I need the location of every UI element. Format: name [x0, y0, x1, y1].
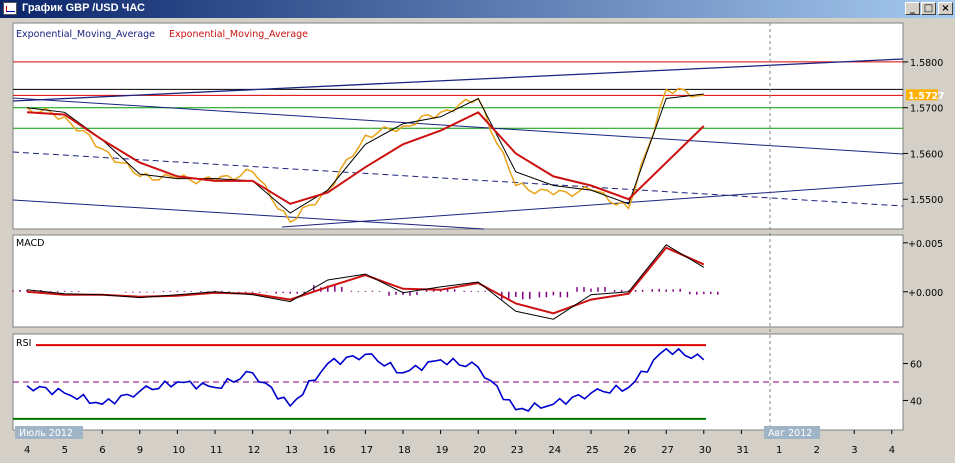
chart-area[interactable]: Exponential_Moving_Average Exponential_M… [0, 18, 955, 463]
chart-window-icon [3, 2, 17, 15]
current-price-label: 1.5727 [908, 91, 945, 102]
macd-tick-label: +0.005 [908, 239, 943, 250]
macd-tick-label: +0.000 [908, 288, 943, 299]
price-axis: 1.5500 1.5600 1.5700 1.5800 [903, 58, 943, 206]
day-label: 25 [586, 445, 599, 456]
day-label: 18 [398, 445, 411, 456]
day-label: 31 [736, 445, 749, 456]
day-label: 10 [172, 445, 185, 456]
day-label: 11 [210, 445, 223, 456]
day-label: 17 [360, 445, 373, 456]
day-label: 12 [248, 445, 261, 456]
close-button[interactable]: × [938, 2, 953, 15]
day-label: 6 [99, 445, 105, 456]
day-label: 13 [285, 445, 298, 456]
indicator-label-ema-fast: Exponential_Moving_Average [16, 29, 155, 40]
day-label: 16 [323, 445, 336, 456]
rsi-tick-label: 60 [910, 360, 922, 371]
day-label: 2 [814, 445, 820, 456]
price-tick-label: 1.5700 [910, 104, 943, 115]
macd-label: MACD [16, 238, 44, 249]
day-label: 23 [511, 445, 524, 456]
price-tick-label: 1.5600 [910, 149, 943, 160]
price-tick-label: 1.5500 [910, 195, 943, 206]
indicator-label-ema-slow: Exponential_Moving_Average [169, 29, 308, 40]
day-label: 24 [548, 445, 561, 456]
day-label: 1 [776, 445, 782, 456]
window-title: График GBP /USD ЧАС [22, 2, 145, 14]
rsi-axis: 40 60 [903, 360, 922, 407]
day-label: 9 [137, 445, 143, 456]
month-label-august: Авг 2012 [768, 428, 812, 439]
price-tick-label: 1.5800 [910, 58, 943, 69]
day-label: 5 [62, 445, 68, 456]
day-label: 19 [436, 445, 449, 456]
macd-axis: +0.000 +0.005 [903, 239, 943, 299]
day-label: 20 [473, 445, 486, 456]
day-label: 27 [661, 445, 674, 456]
title-bar: График GBP /USD ЧАС _ □ × [0, 0, 955, 18]
day-label: 4 [24, 445, 30, 456]
day-label: 26 [624, 445, 637, 456]
day-label: 30 [699, 445, 712, 456]
day-label: 3 [851, 445, 857, 456]
rsi-label: RSI [16, 338, 31, 349]
rsi-tick-label: 40 [910, 396, 922, 407]
minimize-button[interactable]: _ [905, 2, 920, 15]
month-label-july: Июль 2012 [19, 428, 73, 439]
maximize-button[interactable]: □ [921, 2, 936, 15]
day-label: 4 [889, 445, 895, 456]
